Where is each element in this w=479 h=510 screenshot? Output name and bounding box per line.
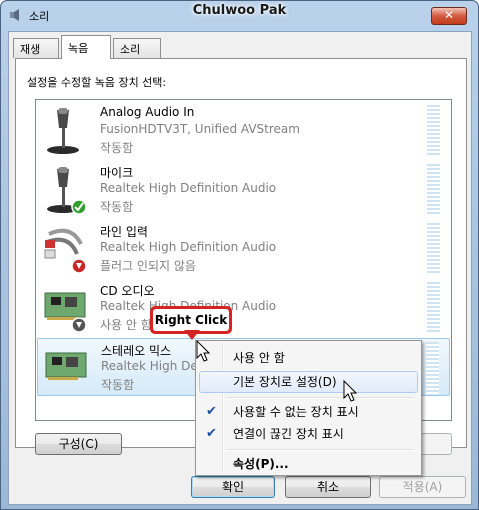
mouse-cursor-icon (343, 380, 357, 402)
microphone-icon (47, 167, 87, 215)
menu-item-disable[interactable]: 사용 안 함 (199, 347, 418, 369)
level-meter (427, 223, 440, 275)
tab-recording[interactable]: 녹음 (61, 35, 111, 59)
menu-item-label: 기본 장치로 설정(D) (233, 375, 337, 389)
red-down-arrow-badge (71, 258, 87, 274)
device-description: Realtek High Definition Audio (100, 240, 277, 254)
green-check-badge (71, 199, 87, 215)
device-status: 작동함 (100, 200, 134, 214)
apply-button[interactable]: 적용(A) (379, 476, 466, 498)
check-icon: ✔ (206, 426, 217, 441)
device-status: 플러그 인되지 않음 (100, 259, 196, 273)
line-in-cable-icon (44, 228, 87, 274)
instruction-label: 설정을 수정할 녹음 장치 선택: (27, 76, 167, 89)
tab-playback[interactable]: 재생 (13, 38, 59, 58)
title-bar[interactable]: 소리 Chulwoo Pak ✕ (1, 1, 478, 29)
check-icon: ✔ (206, 404, 217, 419)
device-status: 작동함 (100, 141, 134, 155)
microphone-icon (47, 108, 79, 154)
device-item-analog-audio-in[interactable]: Analog Audio In FusionHDTV3T, Unified AV… (37, 102, 450, 160)
cancel-button[interactable]: 취소 (285, 476, 371, 498)
menu-item-set-default[interactable]: 기본 장치로 설정(D) (199, 371, 418, 393)
menu-separator (226, 397, 414, 399)
device-name: Analog Audio In (100, 105, 195, 119)
device-description: FusionHDTV3T, Unified AVStream (100, 122, 300, 136)
disabled-down-arrow-badge (71, 317, 87, 333)
sound-card-icon (45, 352, 87, 380)
device-name: CD 오디오 (100, 284, 155, 298)
menu-item-label: 사용 안 함 (233, 351, 285, 365)
menu-item-properties[interactable]: 속성(P)... (199, 453, 418, 475)
close-button[interactable]: ✕ (431, 7, 467, 25)
menu-item-label: 연결이 끊긴 장치 표시 (233, 427, 344, 441)
ok-button[interactable]: 확인 (191, 476, 275, 498)
configure-button[interactable]: 구성(C) (35, 433, 122, 455)
level-meter (427, 105, 440, 157)
device-item-microphone[interactable]: 마이크 Realtek High Definition Audio 작동함 (37, 161, 450, 219)
window-title: Chulwoo Pak (192, 3, 287, 18)
level-meter (427, 282, 440, 334)
menu-item-label: 속성(P)... (233, 457, 289, 471)
context-menu: 사용 안 함 기본 장치로 설정(D) ✔ 사용할 수 없는 장치 표시 ✔ 연… (195, 340, 422, 476)
menu-item-show-disabled-devices[interactable]: ✔ 사용할 수 없는 장치 표시 (199, 401, 418, 423)
menu-item-show-disconnected-devices[interactable]: ✔ 연결이 끊긴 장치 표시 (199, 423, 418, 445)
level-meter (426, 342, 439, 394)
menu-item-label: 사용할 수 없는 장치 표시 (233, 405, 359, 419)
device-item-line-in[interactable]: 라인 입력 Realtek High Definition Audio 플러그 … (37, 220, 450, 278)
menu-separator (226, 449, 414, 451)
device-name: 라인 입력 (100, 225, 148, 239)
callout-label: Right Click (153, 309, 229, 331)
callout-pointer (184, 330, 200, 340)
device-status: 작동함 (101, 378, 135, 392)
device-item-cd-audio[interactable]: CD 오디오 Realtek High Definition Audio 사용 … (37, 279, 450, 337)
sound-card-icon (44, 292, 87, 333)
level-meter (427, 164, 440, 216)
device-name: 마이크 (100, 166, 134, 180)
mouse-cursor-icon (196, 340, 210, 362)
device-name: 스테레오 믹스 (101, 344, 172, 358)
device-status: 사용 안 함 (100, 318, 152, 332)
device-description: Realtek High Definition Audio (100, 181, 277, 195)
tab-sounds[interactable]: 소리 (113, 38, 161, 58)
